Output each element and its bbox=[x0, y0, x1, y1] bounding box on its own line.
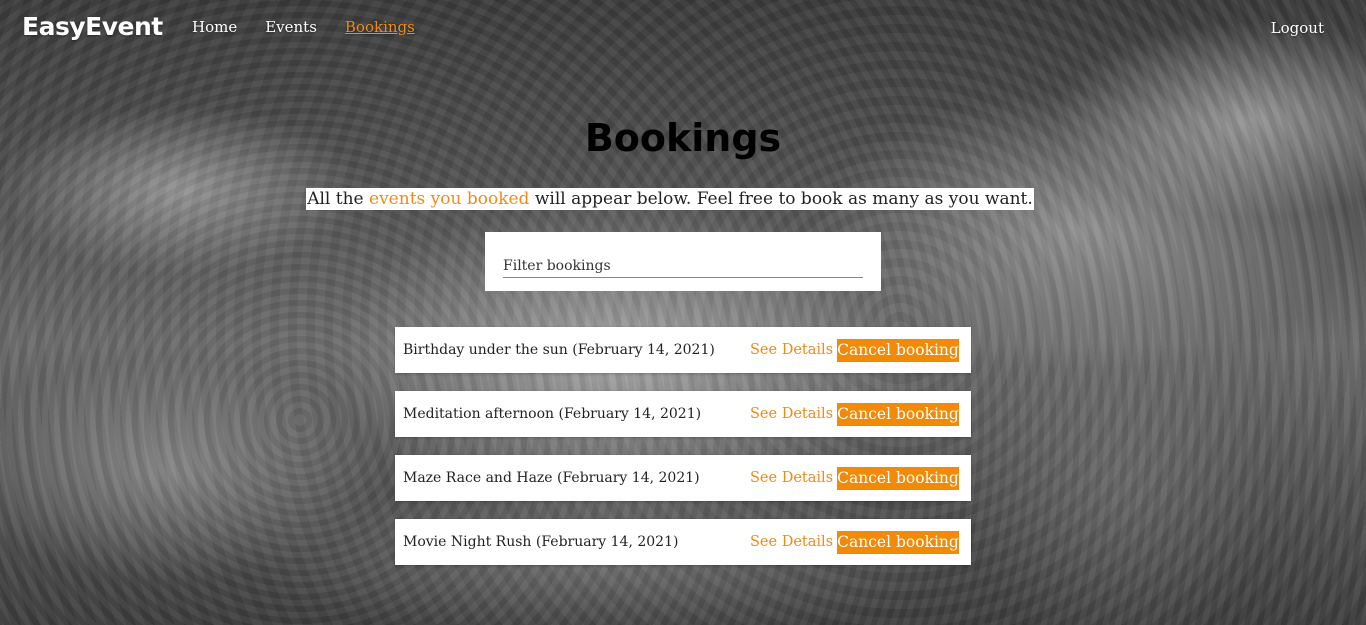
see-details-link[interactable]: See Details bbox=[750, 406, 833, 422]
booking-item: Maze Race and Haze (February 14, 2021) S… bbox=[395, 455, 971, 501]
cancel-booking-button[interactable]: Cancel booking bbox=[837, 466, 959, 490]
logout-link[interactable]: Logout bbox=[1271, 19, 1324, 37]
subtitle-container: All the events you booked will appear be… bbox=[0, 188, 1366, 210]
nav-link-events[interactable]: Events bbox=[265, 18, 317, 36]
booking-title: Maze Race and Haze (February 14, 2021) bbox=[403, 470, 700, 486]
filter-bookings-input[interactable] bbox=[503, 254, 863, 278]
nav-link-home[interactable]: Home bbox=[192, 18, 237, 36]
subtitle-highlight: events you booked bbox=[369, 189, 530, 209]
see-details-link[interactable]: See Details bbox=[750, 470, 833, 486]
navbar: EasyEvent Home Events Bookings Logout bbox=[0, 0, 1366, 58]
booking-item: Birthday under the sun (February 14, 202… bbox=[395, 327, 971, 373]
see-details-link[interactable]: See Details bbox=[750, 534, 833, 550]
booking-item: Movie Night Rush (February 14, 2021) See… bbox=[395, 519, 971, 565]
page-subtitle: All the events you booked will appear be… bbox=[306, 188, 1034, 210]
subtitle-text-pre: All the bbox=[307, 189, 370, 209]
see-details-link[interactable]: See Details bbox=[750, 342, 833, 358]
booking-item: Meditation afternoon (February 14, 2021)… bbox=[395, 391, 971, 437]
subtitle-text-post: will appear below. Feel free to book as … bbox=[529, 189, 1033, 209]
cancel-booking-button[interactable]: Cancel booking bbox=[837, 338, 959, 362]
filter-card bbox=[485, 232, 881, 291]
cancel-booking-button[interactable]: Cancel booking bbox=[837, 402, 959, 426]
page-title: Bookings bbox=[584, 116, 782, 160]
booking-title: Movie Night Rush (February 14, 2021) bbox=[403, 534, 679, 550]
booking-list: Birthday under the sun (February 14, 202… bbox=[395, 327, 971, 583]
booking-title: Meditation afternoon (February 14, 2021) bbox=[403, 406, 702, 422]
booking-title: Birthday under the sun (February 14, 202… bbox=[403, 342, 715, 358]
nav-link-bookings[interactable]: Bookings bbox=[345, 18, 415, 36]
cancel-booking-button[interactable]: Cancel booking bbox=[837, 530, 959, 554]
brand-logo[interactable]: EasyEvent bbox=[22, 12, 163, 41]
nav-links: Home Events Bookings bbox=[192, 18, 443, 36]
